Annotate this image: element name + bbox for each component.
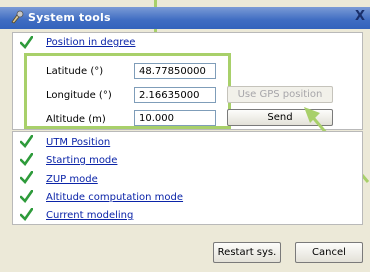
cancel-button[interactable]: Cancel <box>295 242 363 263</box>
section-link-utm-position[interactable]: UTM Position <box>46 137 110 148</box>
checkmark-icon <box>20 171 33 184</box>
title-bar[interactable]: System tools <box>0 7 370 29</box>
checkmark-icon <box>20 135 33 148</box>
position-in-degree-link[interactable]: Position in degree <box>46 37 135 48</box>
longitude-label: Longitude (°) <box>46 90 112 101</box>
window-title: System tools <box>28 11 111 24</box>
section-link-current-modeling[interactable]: Current modeling <box>46 210 133 221</box>
altitude-field[interactable] <box>134 110 216 126</box>
latitude-field[interactable] <box>134 63 216 79</box>
restart-sys-button[interactable]: Restart sys. <box>213 242 281 263</box>
latitude-label: Latitude (°) <box>46 66 104 77</box>
longitude-field[interactable] <box>134 87 216 103</box>
altitude-label: Altitude (m) <box>46 114 106 125</box>
checkmark-icon <box>20 153 33 166</box>
use-gps-position-button[interactable]: Use GPS position <box>227 86 333 103</box>
section-link-starting-mode[interactable]: Starting mode <box>46 155 117 166</box>
section-link-altitude-computation-mode[interactable]: Altitude computation mode <box>46 192 183 203</box>
section-link-zup-mode[interactable]: ZUP mode <box>46 174 98 185</box>
checkmark-icon <box>20 36 33 49</box>
checkmark-icon <box>20 208 33 221</box>
tools-icon <box>11 10 24 24</box>
close-button[interactable]: X <box>355 10 365 24</box>
checkmark-icon <box>20 190 33 203</box>
